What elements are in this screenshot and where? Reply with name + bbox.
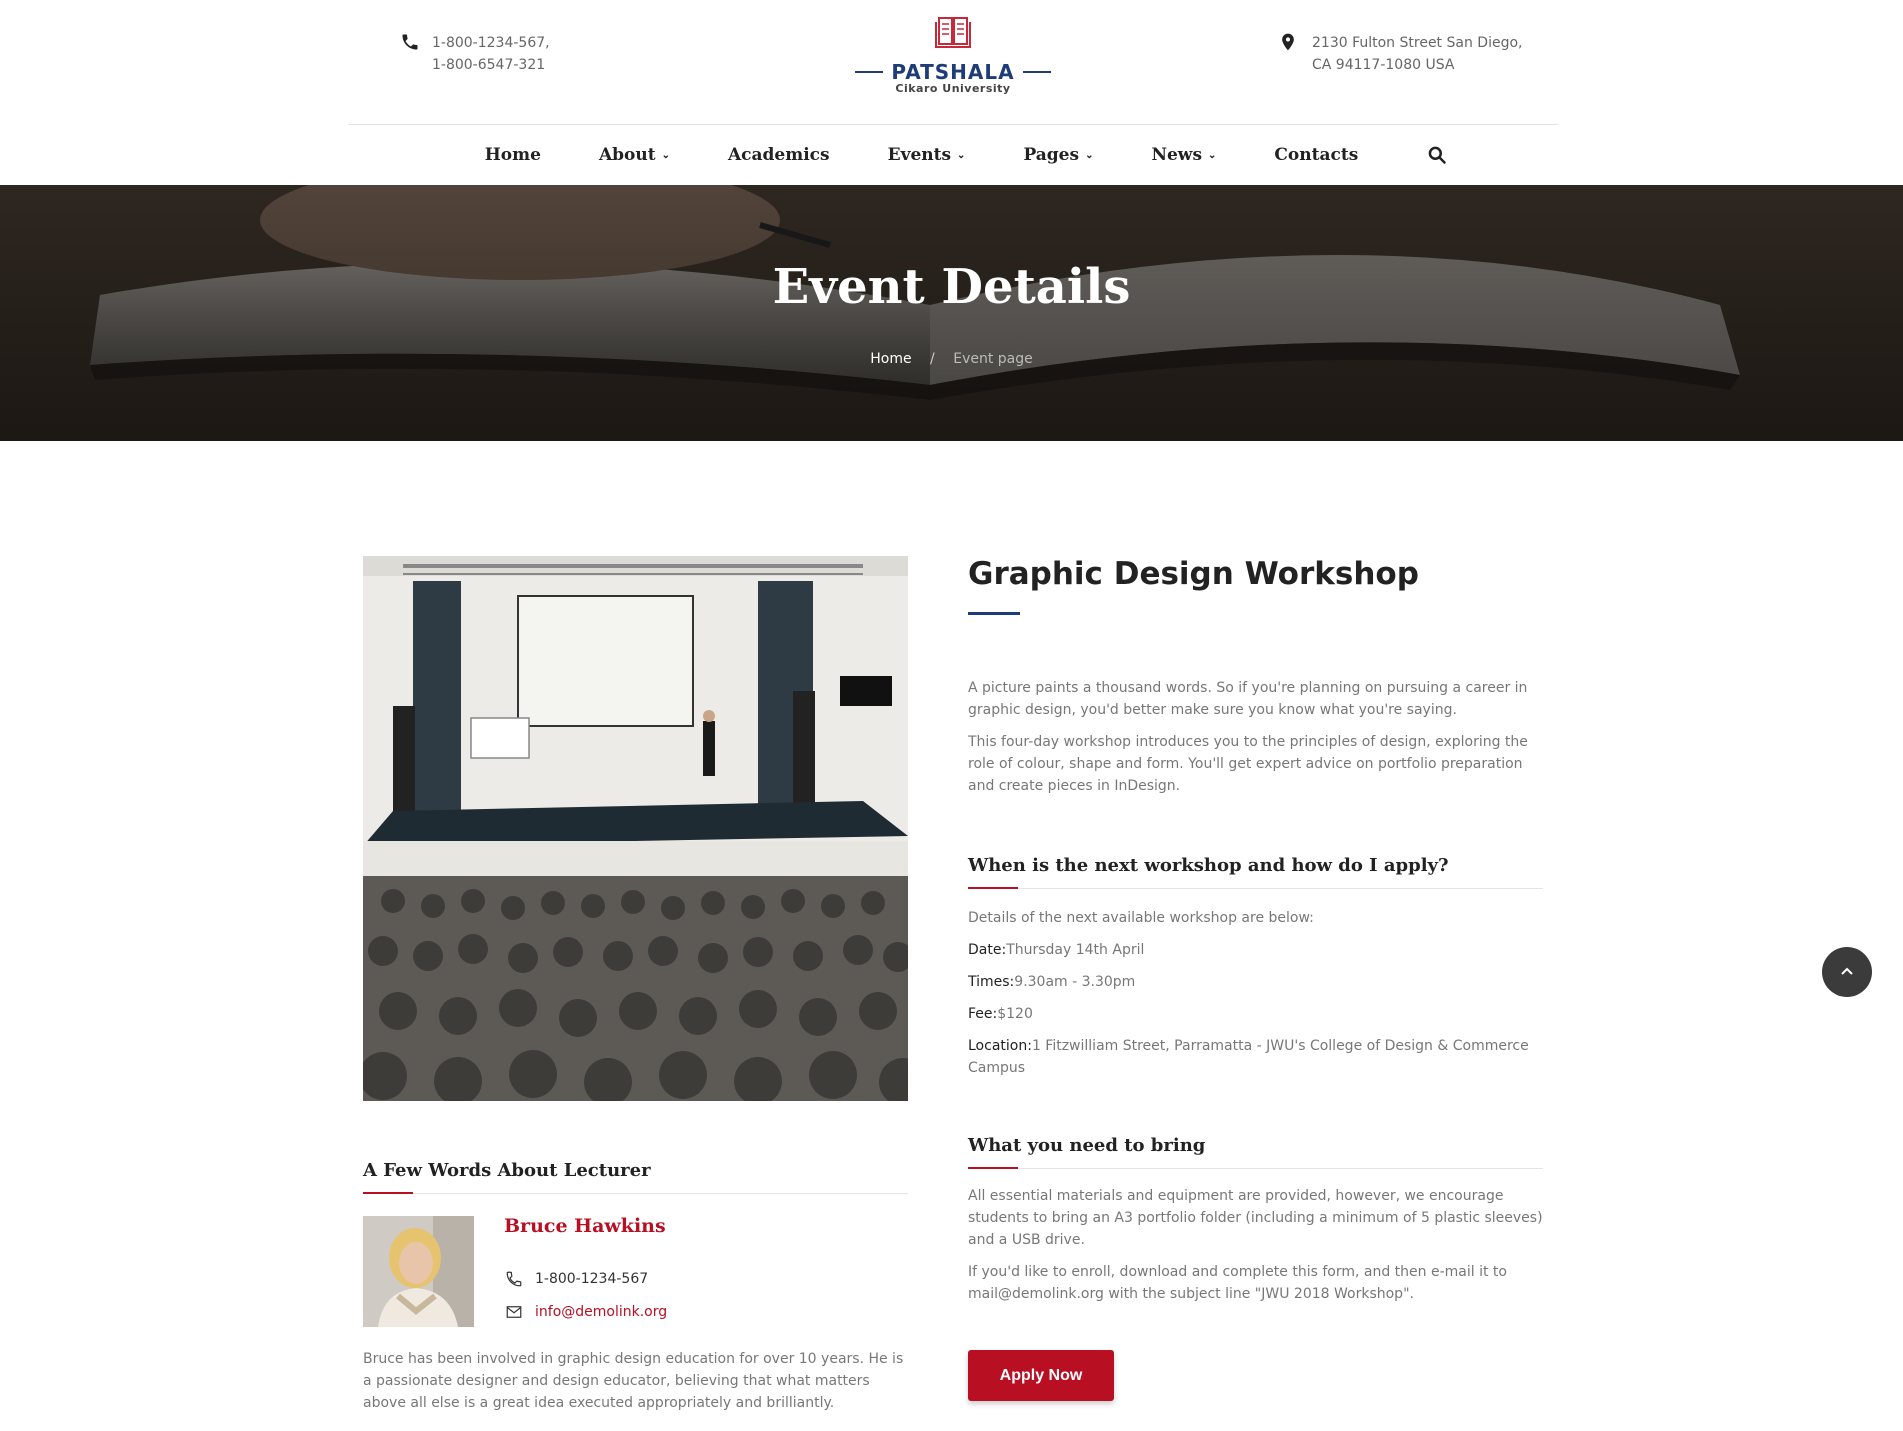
breadcrumb-current: Event page: [953, 351, 1033, 367]
event-image: [363, 556, 908, 1101]
nav-label: Home: [484, 145, 541, 165]
nav-item-home[interactable]: Home: [485, 145, 541, 165]
nav-label: Academics: [727, 145, 830, 165]
chevron-down-icon: ⌄: [1208, 149, 1217, 161]
nav-label: News: [1151, 145, 1203, 165]
event-fee: Fee:$120: [968, 1003, 1543, 1025]
logo-subtitle: Cikaro University: [895, 82, 1011, 95]
site-logo[interactable]: PATSHALA Cikaro University: [855, 12, 1051, 96]
event-intro-1: A picture paints a thousand words. So if…: [968, 680, 1528, 718]
top-header: 1-800-1234-567, 1-800-6547-321 PATSHALA …: [0, 0, 1903, 124]
header-address-line-1: 2130 Fulton Street San Diego,: [1312, 35, 1523, 51]
header-address-line-2: CA 94117-1080 USA: [1312, 57, 1455, 73]
event-details: Graphic Design Workshop A picture paints…: [968, 556, 1543, 1305]
fee-label: Fee:: [968, 1006, 998, 1022]
times-value: 9.30am - 3.30pm: [1014, 974, 1136, 990]
details-intro: Details of the next available workshop a…: [968, 910, 1314, 926]
search-icon[interactable]: [1427, 145, 1447, 165]
times-label: Times:: [968, 974, 1015, 990]
breadcrumb: Home / Event page: [0, 351, 1903, 367]
event-title-underline: [968, 612, 1020, 615]
lecturer-phone: 1-800-1234-567: [505, 1270, 648, 1288]
header-phone-line-1: 1-800-1234-567,: [432, 35, 550, 51]
page-hero: Event Details Home / Event page: [0, 185, 1903, 441]
lecturer-section-header: A Few Words About Lecturer: [363, 1160, 908, 1194]
nav-label: Events: [887, 145, 952, 165]
event-location: Location:1 Fitzwilliam Street, Parramatt…: [968, 1035, 1543, 1079]
avatar: [363, 1216, 474, 1327]
back-to-top-button[interactable]: [1822, 947, 1872, 997]
nav-label: Pages: [1023, 145, 1080, 165]
phone-icon: [506, 1271, 522, 1287]
nav-item-pages[interactable]: Pages ⌄: [1023, 145, 1093, 165]
event-date: Date:Thursday 14th April: [968, 939, 1543, 961]
nav-item-about[interactable]: About ⌄: [599, 145, 670, 165]
logo-name: PATSHALA: [891, 60, 1015, 84]
location-value: 1 Fitzwilliam Street, Parramatta - JWU's…: [968, 1038, 1529, 1076]
nav-item-academics[interactable]: Academics: [728, 145, 830, 165]
lecturer-email: info@demolink.org: [505, 1303, 667, 1321]
header-address-block: 2130 Fulton Street San Diego, CA 94117-1…: [1278, 32, 1522, 76]
main-nav: Home About ⌄ Academics Events ⌄ Pages ⌄ New…: [0, 125, 1903, 185]
header-phone-line-2: 1-800-6547-321: [432, 57, 546, 73]
apply-now-button[interactable]: Apply Now: [968, 1350, 1114, 1401]
bring-text-1: All essential materials and equipment ar…: [968, 1188, 1543, 1248]
header-phone-block: 1-800-1234-567, 1-800-6547-321: [400, 32, 550, 76]
event-title: Graphic Design Workshop: [968, 556, 1419, 592]
date-label: Date:: [968, 942, 1007, 958]
event-times: Times:9.30am - 3.30pm: [968, 971, 1543, 993]
chevron-up-icon: [1841, 967, 1853, 975]
lecturer-bio: Bruce has been involved in graphic desig…: [363, 1351, 904, 1411]
event-intro-2: This four-day workshop introduces you to…: [968, 734, 1528, 794]
location-label: Location:: [968, 1038, 1032, 1054]
open-book-icon: [935, 17, 971, 48]
chevron-down-icon: ⌄: [1085, 149, 1094, 161]
chevron-down-icon: ⌄: [957, 149, 966, 161]
nav-label: About: [598, 145, 656, 165]
chevron-down-icon: ⌄: [661, 149, 670, 161]
nav-item-news[interactable]: News ⌄: [1151, 145, 1216, 165]
when-section-title: When is the next workshop and how do I a…: [968, 855, 1543, 889]
auditorium-photo: [363, 556, 908, 1101]
phone-icon: [402, 34, 418, 50]
mail-icon: [506, 1306, 522, 1318]
lecturer-name[interactable]: Bruce Hawkins: [504, 1215, 666, 1237]
nav-label: Contacts: [1274, 145, 1359, 165]
lecturer-section-title: A Few Words About Lecturer: [363, 1160, 908, 1194]
breadcrumb-separator: /: [930, 351, 935, 367]
fee-value: $120: [997, 1006, 1033, 1022]
logo-line-left: [855, 71, 884, 73]
bring-text-2: If you'd like to enroll, download and co…: [968, 1264, 1507, 1302]
lecturer-email-link[interactable]: info@demolink.org: [535, 1304, 667, 1320]
lecturer-phone-number: 1-800-1234-567: [535, 1271, 649, 1287]
breadcrumb-home-link[interactable]: Home: [870, 351, 911, 367]
map-pin-icon: [1282, 33, 1294, 51]
date-value: Thursday 14th April: [1006, 942, 1145, 958]
logo-line-right: [1022, 71, 1051, 73]
nav-item-contacts[interactable]: Contacts: [1274, 145, 1358, 165]
bring-section-title: What you need to bring: [968, 1135, 1543, 1169]
page-title: Event Details: [772, 259, 1131, 315]
nav-item-events[interactable]: Events ⌄: [888, 145, 966, 165]
